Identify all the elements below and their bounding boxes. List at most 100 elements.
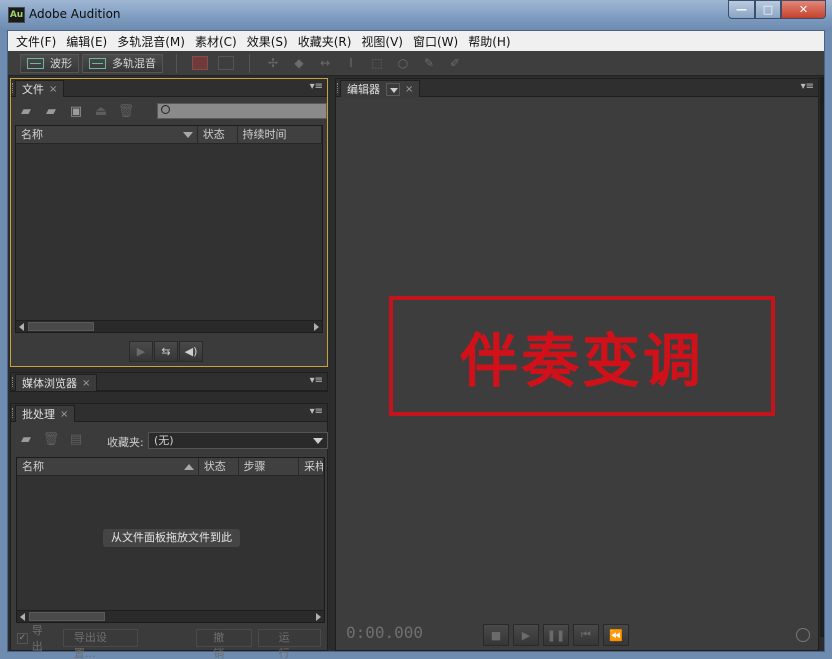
multitrack-mode-label: 多轨混音	[112, 57, 156, 70]
spot-healing-tool-icon[interactable]: ✐	[447, 56, 463, 70]
undo-button[interactable]: 撤销	[196, 629, 252, 659]
right-edge-divider	[820, 77, 824, 637]
menu-multitrack[interactable]: 多轨混音(M)	[112, 33, 190, 50]
play-preview-button[interactable]: ▶	[129, 341, 153, 362]
stamp-text: 伴奏变调	[459, 327, 704, 395]
panel-grip-icon[interactable]	[12, 408, 14, 418]
razor-tool-icon[interactable]: ◆	[291, 56, 307, 70]
brush-tool-icon[interactable]: ✎	[421, 56, 437, 70]
scroll-right-icon[interactable]	[314, 323, 319, 331]
panel-grip-icon[interactable]	[337, 83, 339, 93]
menu-effects[interactable]: 效果(S)	[242, 33, 293, 50]
new-file-icon[interactable]: ▣	[67, 105, 85, 119]
sort-descending-icon	[182, 131, 193, 138]
media-browser-tab-label: 媒体浏览器	[22, 377, 77, 390]
column-header-status[interactable]: 状态	[199, 457, 239, 476]
menu-window[interactable]: 窗口(W)	[408, 33, 463, 50]
waveform-mode-button[interactable]: 波形	[20, 53, 79, 73]
files-horizontal-scrollbar[interactable]	[16, 320, 322, 332]
maximize-button[interactable]: □	[755, 0, 781, 19]
toolbar-divider	[176, 53, 177, 73]
open-folder-icon[interactable]: ▰	[17, 433, 35, 447]
zoom-icon[interactable]	[796, 628, 810, 642]
insert-into-multitrack-icon[interactable]: ⏏	[92, 105, 110, 119]
transport-controls: ■ ▶ ❚❚ ⏮ ⏪	[483, 624, 633, 646]
panel-menu-icon[interactable]: ▾≡	[310, 406, 323, 417]
waveform-mode-label: 波形	[50, 57, 72, 70]
files-search-input[interactable]	[157, 103, 327, 119]
move-tool-icon[interactable]: ✢	[265, 56, 281, 70]
multitrack-mode-button[interactable]: 多轨混音	[82, 53, 163, 73]
batch-horizontal-scrollbar[interactable]	[17, 610, 324, 622]
tab-media-browser[interactable]: 媒体浏览器 ×	[15, 374, 98, 391]
lasso-tool-icon[interactable]: ○	[395, 56, 411, 70]
favorites-dropdown[interactable]: (无)	[148, 432, 328, 449]
toolbar-divider	[249, 53, 250, 73]
play-button[interactable]: ▶	[513, 624, 539, 646]
batch-tab-bar: 批处理 × ▾≡	[11, 404, 327, 422]
files-tab-label: 文件	[22, 83, 44, 96]
export-settings-button[interactable]: 导出设置...	[62, 629, 138, 659]
column-header-status[interactable]: 状态	[198, 125, 238, 144]
scroll-right-icon[interactable]	[316, 613, 321, 621]
menu-view[interactable]: 视图(V)	[356, 33, 408, 50]
scroll-thumb[interactable]	[28, 322, 94, 331]
stop-button[interactable]: ■	[483, 624, 509, 646]
panel-grip-icon[interactable]	[12, 377, 14, 387]
column-header-sample[interactable]: 采样	[299, 457, 324, 476]
editor-canvas[interactable]: 伴奏变调 0:00.000 ■ ▶ ❚❚ ⏮ ⏪	[336, 98, 818, 650]
delete-icon[interactable]: 🗑	[117, 105, 135, 119]
drop-hint: 从文件面板拖放文件到此	[103, 529, 240, 547]
menu-help[interactable]: 帮助(H)	[463, 33, 515, 50]
spectral-frequency-icon[interactable]	[192, 56, 208, 70]
export-checkbox[interactable]: ✓ 导出	[17, 622, 53, 654]
column-header-name[interactable]: 名称	[17, 457, 199, 476]
audition-app-icon: Au	[8, 7, 25, 23]
column-header-name[interactable]: 名称	[16, 125, 198, 144]
scroll-left-icon[interactable]	[20, 613, 25, 621]
menu-file[interactable]: 文件(F)	[11, 33, 61, 50]
batch-tab-label: 批处理	[22, 408, 55, 421]
run-button[interactable]: 运行	[257, 629, 321, 659]
tab-batch-process[interactable]: 批处理 ×	[15, 405, 76, 422]
batch-bottom-bar: ✓ 导出 导出设置... 撤销 运行	[17, 624, 327, 659]
close-tab-icon[interactable]: ×	[82, 378, 90, 389]
time-selection-tool-icon[interactable]: I	[343, 56, 359, 70]
editor-panel: 编辑器 × ▾≡ 伴奏变调 0:00.000 ■ ▶ ❚❚ ⏮ ⏪	[335, 78, 819, 651]
close-tab-icon[interactable]: ×	[405, 84, 413, 95]
panel-menu-icon[interactable]: ▾≡	[310, 375, 323, 386]
close-tab-icon[interactable]: ×	[49, 84, 57, 95]
tab-editor[interactable]: 编辑器 ×	[340, 80, 421, 97]
import-file-icon[interactable]: ▰	[42, 105, 60, 119]
panel-menu-icon[interactable]: ▾≡	[801, 81, 814, 92]
scroll-left-icon[interactable]	[19, 323, 24, 331]
close-tab-icon[interactable]: ×	[60, 409, 68, 420]
menu-edit[interactable]: 编辑(E)	[61, 33, 112, 50]
loop-preview-button[interactable]: ⇆	[154, 341, 178, 362]
panel-grip-icon[interactable]	[12, 83, 14, 93]
slip-tool-icon[interactable]: ↔	[317, 56, 333, 70]
skip-to-start-button[interactable]: ⏮	[573, 624, 599, 646]
menu-clip[interactable]: 素材(C)	[190, 33, 242, 50]
clear-all-icon[interactable]: ▤	[67, 433, 85, 447]
scroll-thumb[interactable]	[29, 612, 105, 621]
marquee-tool-icon[interactable]: ⬚	[369, 56, 385, 70]
spectral-pitch-icon[interactable]	[218, 56, 234, 70]
column-header-steps[interactable]: 步骤	[239, 457, 300, 476]
sort-ascending-icon	[183, 463, 194, 470]
tab-files[interactable]: 文件 ×	[15, 80, 65, 97]
timecode-display: 0:00.000	[346, 623, 424, 642]
chevron-down-icon[interactable]	[386, 82, 400, 96]
search-icon	[161, 105, 170, 114]
rewind-button[interactable]: ⏪	[603, 624, 629, 646]
delete-icon[interactable]: 🗑	[42, 433, 60, 447]
panel-menu-icon[interactable]: ▾≡	[310, 81, 323, 92]
pause-button[interactable]: ❚❚	[543, 624, 569, 646]
editor-tab-label: 编辑器	[347, 83, 380, 96]
open-file-icon[interactable]: ▰	[17, 105, 35, 119]
close-button[interactable]: ✕	[781, 0, 826, 19]
auto-play-button[interactable]: ◀)	[179, 341, 203, 362]
menu-favorites[interactable]: 收藏夹(R)	[293, 33, 357, 50]
minimize-button[interactable]: —	[728, 0, 755, 19]
column-header-duration[interactable]: 持续时间	[238, 125, 322, 144]
